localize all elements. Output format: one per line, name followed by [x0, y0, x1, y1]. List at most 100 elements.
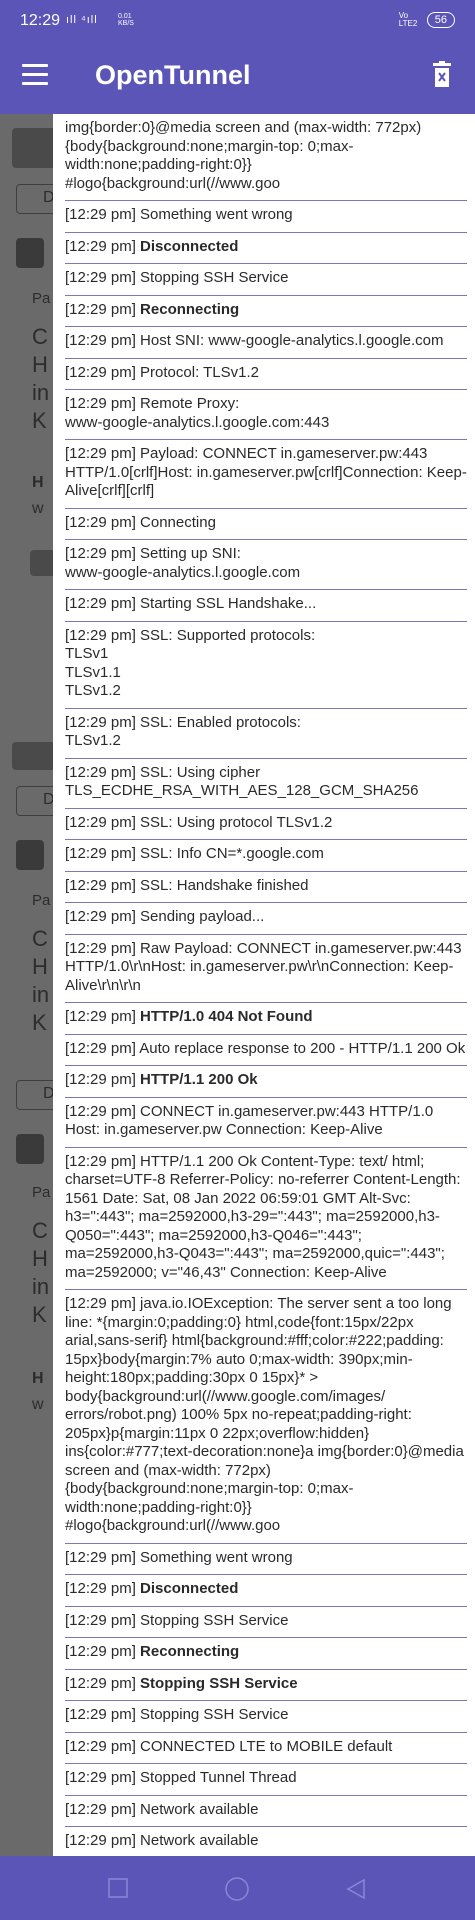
log-text: [12:29 pm] SSL: Enabled protocols: TLSv1…	[65, 713, 301, 750]
signal-icon: ıll ⁴ıll	[66, 14, 98, 26]
log-text: [12:29 pm] Raw Payload: CONNECT in.games…	[65, 939, 466, 994]
bg-label: K	[32, 1302, 47, 1327]
log-text: [12:29 pm] Protocol: TLSv1.2	[65, 363, 259, 381]
log-item: [12:29 pm] Stopping SSH Service	[65, 1607, 467, 1638]
log-text: [12:29 pm] SSL: Using cipher TLS_ECDHE_R…	[65, 763, 419, 800]
log-text: [12:29 pm] Stopped Tunnel Thread	[65, 1769, 297, 1786]
log-list[interactable]: img{border:0}@media screen and (max-widt…	[53, 114, 475, 1856]
status-right: Vo LTE2 56	[399, 12, 455, 28]
log-text: [12:29 pm] SSL: Using protocol TLSv1.2	[65, 813, 333, 831]
navigation-bar	[0, 1856, 475, 1920]
bg-checkbox	[16, 238, 44, 268]
log-text: [12:29 pm] CONNECT in.gameserver.pw:443 …	[65, 1102, 438, 1139]
log-text: [12:29 pm] Sending payload...	[65, 908, 265, 925]
log-item: [12:29 pm] Host SNI: www-google-analytic…	[65, 327, 467, 359]
log-status: Stopping SSH Service	[140, 1674, 298, 1692]
log-item: [12:29 pm] SSL: Using protocol TLSv1.2	[65, 809, 467, 840]
app-bar: OpenTunnel	[0, 40, 475, 114]
menu-icon[interactable]	[22, 64, 48, 86]
log-text: img{border:0}@media screen and (max-widt…	[65, 119, 422, 192]
log-item: [12:29 pm] Sending payload...	[65, 903, 467, 935]
log-item: [12:29 pm] SSL: Supported protocols: TLS…	[65, 622, 467, 709]
log-text: [12:29 pm] Network available	[65, 1832, 259, 1849]
log-text: [12:29 pm]	[65, 1674, 141, 1692]
log-text: [12:29 pm]	[65, 1580, 141, 1597]
network-speed: 0.01 KB/S	[118, 13, 134, 27]
log-text: [12:29 pm]	[65, 237, 141, 255]
bg-label: w	[32, 1396, 44, 1413]
log-text: [12:29 pm] Something went wrong	[65, 206, 293, 223]
log-text: [12:29 pm]	[65, 1008, 141, 1025]
log-text: [12:29 pm] Something went wrong	[65, 1548, 293, 1566]
log-text: [12:29 pm] Payload: CONNECT in.gameserve…	[65, 445, 467, 499]
log-item: [12:29 pm] Auto replace response to 200 …	[65, 1035, 467, 1066]
log-text: [12:29 pm] Network available	[65, 1800, 259, 1818]
bg-label: C	[32, 1218, 48, 1243]
bg-checkbox	[16, 840, 44, 870]
log-text: [12:29 pm] SSL: Info CN=*.google.com	[65, 845, 324, 862]
volte-icon: Vo LTE2	[398, 11, 418, 28]
log-item: [12:29 pm] Stopping SSH Service	[65, 1701, 467, 1733]
trash-icon[interactable]	[430, 61, 454, 89]
log-item: [12:29 pm] Setting up SNI: www-google-an…	[65, 540, 467, 590]
log-item: [12:29 pm] Protocol: TLSv1.2	[65, 359, 467, 390]
log-text: [12:29 pm] SSL: Handshake finished	[65, 876, 309, 894]
bg-label: in	[32, 982, 50, 1007]
log-status: Disconnected	[140, 237, 239, 255]
log-item: [12:29 pm] CONNECT in.gameserver.pw:443 …	[65, 1098, 467, 1148]
log-item: [12:29 pm] Network available	[65, 1827, 467, 1856]
bg-label: H	[32, 474, 44, 491]
log-item: [12:29 pm] Reconnecting	[65, 1638, 467, 1670]
triangle-back-icon[interactable]	[345, 1878, 367, 1900]
log-text: [12:29 pm] Starting SSL Handshake...	[65, 595, 317, 612]
log-item: [12:29 pm] SSL: Enabled protocols: TLSv1…	[65, 709, 467, 759]
bg-label: H	[32, 352, 48, 377]
status-time: 12:29	[20, 12, 61, 29]
log-text: [12:29 pm] Connecting	[65, 513, 216, 531]
log-text: [12:29 pm] Stopping SSH Service	[65, 269, 289, 286]
battery-icon: 56	[426, 12, 455, 28]
log-item: [12:29 pm] Stopping SSH Service	[65, 1670, 467, 1701]
log-item: [12:29 pm] Stopping SSH Service	[65, 264, 467, 296]
log-item: [12:29 pm] Something went wrong	[65, 1544, 467, 1575]
log-item: [12:29 pm] CONNECTED LTE to MOBILE defau…	[65, 1733, 467, 1764]
log-item: [12:29 pm] java.io.IOException: The serv…	[65, 1290, 467, 1544]
log-text: [12:29 pm] Auto replace response to 200 …	[65, 1039, 466, 1057]
status-bar: 12:29 ıll ⁴ıll 0.01 KB/S Vo LTE2 56	[0, 0, 475, 40]
log-item: [12:29 pm] HTTP/1.1 200 Ok Content-Type:…	[65, 1148, 467, 1290]
bg-label: H	[32, 1370, 44, 1387]
square-icon[interactable]	[108, 1878, 128, 1898]
log-text: [12:29 pm] Setting up SNI: www-google-an…	[65, 545, 301, 581]
log-text: [12:29 pm]	[65, 300, 141, 318]
log-item: [12:29 pm] Something went wrong	[65, 201, 467, 233]
log-text: [12:29 pm] HTTP/1.1 200 Ok Content-Type:…	[65, 1152, 465, 1281]
log-status: HTTP/1.0 404 Not Found	[140, 1008, 313, 1025]
bg-label: Pa	[32, 892, 51, 909]
log-item: [12:29 pm] SSL: Handshake finished	[65, 872, 467, 903]
log-item: [12:29 pm] Starting SSL Handshake...	[65, 590, 467, 622]
log-text: [12:29 pm]	[65, 1071, 141, 1088]
bg-label: in	[32, 380, 50, 405]
log-text: [12:29 pm]	[65, 1643, 141, 1660]
log-text: [12:29 pm] java.io.IOException: The serv…	[65, 1295, 468, 1534]
log-text: [12:29 pm] Stopping SSH Service	[65, 1611, 289, 1629]
log-item: [12:29 pm] Stopped Tunnel Thread	[65, 1764, 467, 1796]
log-item: [12:29 pm] SSL: Using cipher TLS_ECDHE_R…	[65, 759, 467, 809]
log-text: [12:29 pm] Stopping SSH Service	[65, 1706, 289, 1723]
bg-label: C	[32, 324, 48, 349]
circle-icon[interactable]	[224, 1876, 250, 1902]
log-text: [12:29 pm] Host SNI: www-google-analytic…	[65, 332, 444, 349]
background-app: D Pa C H in K H w D Pa C H in K D Pa C H…	[0, 114, 60, 1856]
log-item: [12:29 pm] SSL: Info CN=*.google.com	[65, 840, 467, 872]
bg-label: in	[32, 1274, 50, 1299]
log-text: [12:29 pm] Remote Proxy: www-google-anal…	[65, 395, 330, 431]
log-status: Disconnected	[140, 1580, 239, 1597]
log-item: [12:29 pm] Remote Proxy: www-google-anal…	[65, 390, 467, 440]
bg-label: C	[32, 926, 48, 951]
log-status: Reconnecting	[140, 300, 240, 318]
log-item: [12:29 pm] HTTP/1.1 200 Ok	[65, 1066, 467, 1098]
app-title: OpenTunnel	[95, 60, 251, 90]
bg-label: H	[32, 954, 48, 979]
bg-label: Pa	[32, 290, 51, 307]
log-drawer[interactable]: img{border:0}@media screen and (max-widt…	[53, 114, 475, 1856]
